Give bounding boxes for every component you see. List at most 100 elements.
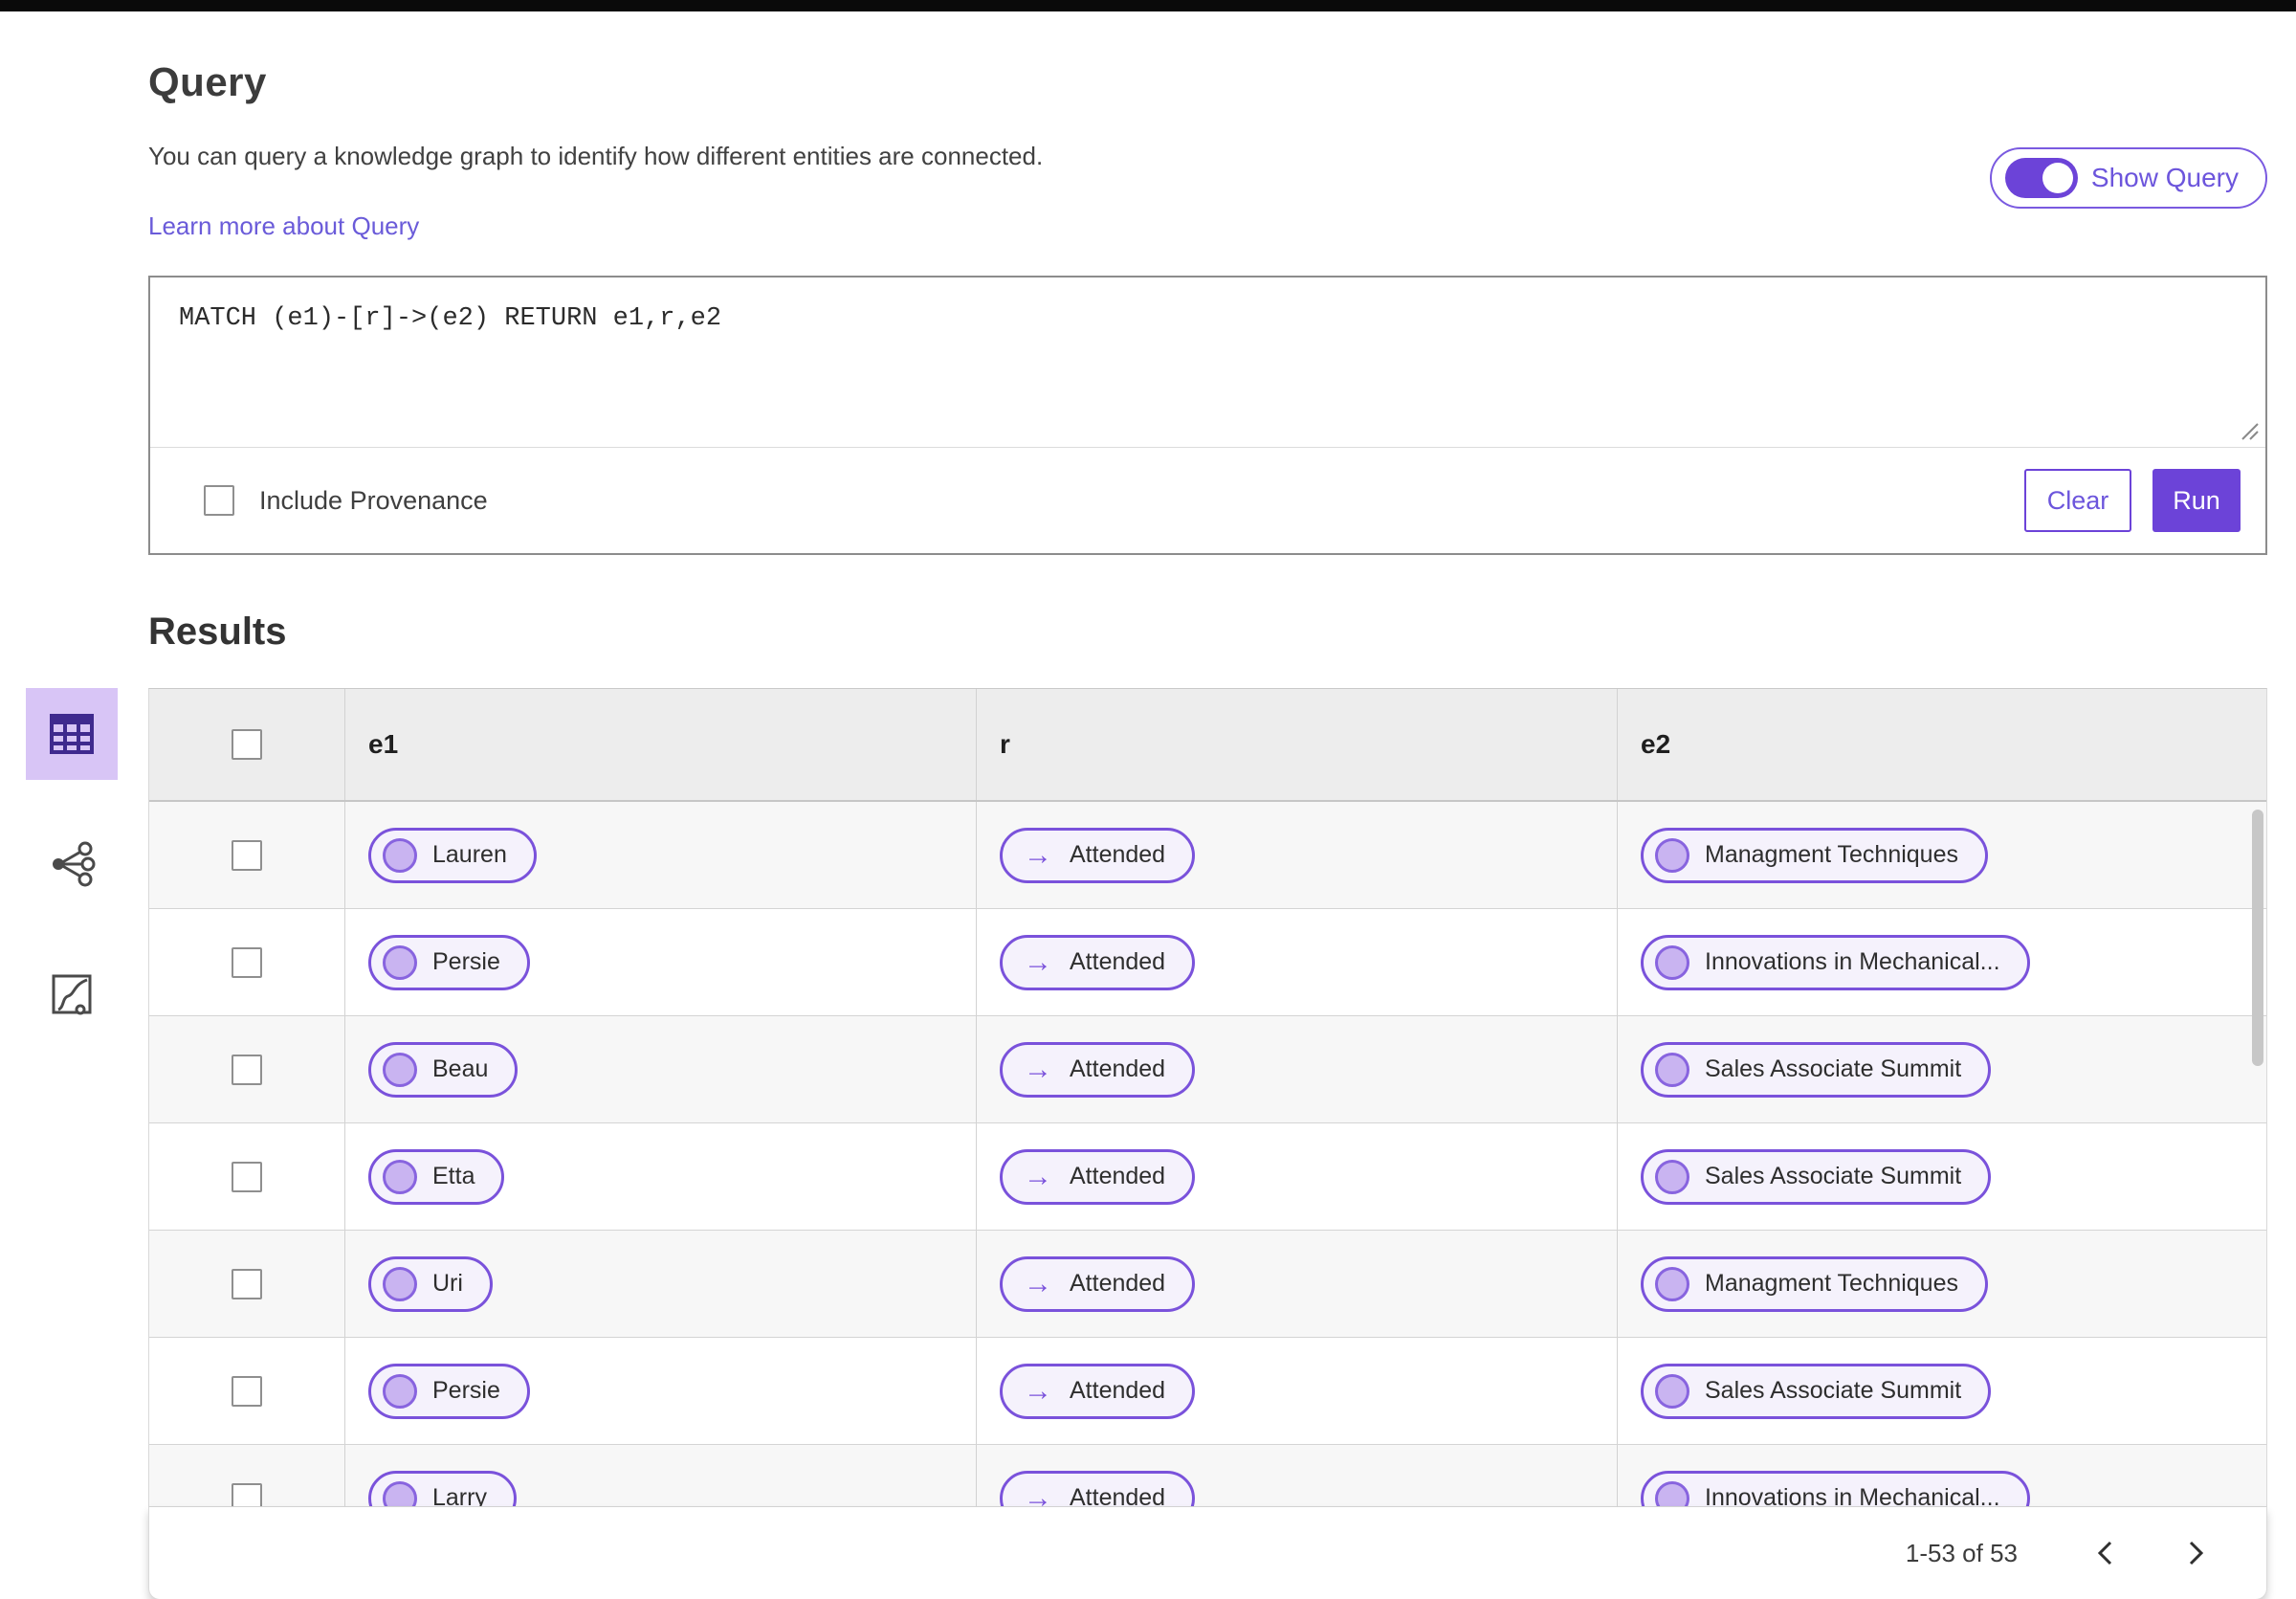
entity-pill[interactable]: Lauren (368, 827, 537, 883)
include-provenance-checkbox[interactable] (204, 485, 234, 516)
query-description: You can query a knowledge graph to ident… (148, 142, 1044, 170)
relation-pill[interactable]: → Attended (1000, 1255, 1196, 1312)
relation-label: Attended (1070, 1270, 1166, 1297)
arrow-right-icon: → (1024, 1160, 1052, 1192)
row-checkbox[interactable] (232, 1482, 262, 1506)
row-checkbox-cell (149, 1123, 345, 1230)
entity-pill[interactable]: Sales Associate Summit (1641, 1041, 1992, 1098)
row-cell-r: → Attended (977, 1123, 1618, 1230)
row-cell-r: → Attended (977, 1338, 1618, 1444)
entity-label: Innovations in Mechanical... (1705, 948, 2000, 975)
row-cell-e2: Sales Associate Summit (1618, 1338, 2266, 1444)
table-row: Etta → Attended Sales Associate Summit (149, 1123, 2266, 1231)
row-cell-e2: Innovations in Mechanical... (1618, 909, 2266, 1015)
table-row: Lauren → Attended Managment Techniques (149, 802, 2266, 909)
relation-pill[interactable]: → Attended (1000, 934, 1196, 990)
results-title: Results (148, 611, 287, 653)
relation-pill[interactable]: → Attended (1000, 1148, 1196, 1205)
relation-pill[interactable]: → Attended (1000, 1041, 1196, 1098)
chart-view-button[interactable] (26, 948, 118, 1040)
graph-view-button[interactable] (26, 818, 118, 910)
next-page-button[interactable] (2175, 1532, 2217, 1574)
row-checkbox[interactable] (232, 1375, 262, 1407)
row-cell-r: → Attended (977, 909, 1618, 1015)
app-window: Query You can query a knowledge graph to… (0, 0, 2296, 1599)
entity-pill[interactable]: Sales Associate Summit (1641, 1363, 1992, 1419)
entity-node-icon (1655, 1373, 1689, 1409)
table-view-button[interactable] (26, 688, 118, 780)
entity-pill[interactable]: Managment Techniques (1641, 1255, 1988, 1312)
query-header-row: You can query a knowledge graph to ident… (148, 142, 2267, 241)
chevron-left-icon (2097, 1541, 2112, 1566)
query-intro: You can query a knowledge graph to ident… (148, 142, 1043, 241)
arrow-right-icon: → (1024, 1267, 1052, 1299)
relation-label: Attended (1070, 1484, 1166, 1506)
entity-label: Sales Associate Summit (1705, 1163, 1962, 1189)
table-row: Persie → Attended Innovations in Mechani… (149, 909, 2266, 1016)
results-table-card: e1 r e2 Lauren → Attended Managment Tech… (148, 688, 2267, 1599)
arrow-right-icon: → (1024, 1053, 1052, 1085)
row-checkbox[interactable] (232, 1161, 262, 1192)
row-checkbox-cell (149, 1445, 345, 1506)
entity-label: Beau (432, 1055, 489, 1082)
relation-pill[interactable]: → Attended (1000, 827, 1196, 883)
entity-node-icon (383, 1266, 417, 1301)
entity-pill[interactable]: Persie (368, 1363, 530, 1419)
row-checkbox[interactable] (232, 1268, 262, 1299)
query-editor[interactable]: MATCH (e1)-[r]->(e2) RETURN e1,r,e2 (150, 278, 2265, 448)
learn-more-link[interactable]: Learn more about Query (148, 211, 419, 241)
row-checkbox[interactable] (232, 946, 262, 978)
entity-label: Etta (432, 1163, 475, 1189)
row-cell-e1: Etta (345, 1123, 977, 1230)
entity-node-icon (383, 1373, 417, 1409)
header-cell-r: r (977, 689, 1618, 800)
entity-label: Managment Techniques (1705, 1270, 1958, 1297)
run-button[interactable]: Run (2152, 469, 2241, 532)
pagination-bar: 1-53 of 53 (148, 1506, 2267, 1599)
entity-pill[interactable]: Persie (368, 934, 530, 990)
table-row: Persie → Attended Sales Associate Summit (149, 1338, 2266, 1445)
relation-pill[interactable]: → Attended (1000, 1363, 1196, 1419)
query-panel-footer: Include Provenance Clear Run (150, 448, 2265, 553)
row-cell-e1: Larry (345, 1445, 977, 1506)
page-title: Query (148, 59, 267, 104)
entity-pill[interactable]: Uri (368, 1255, 493, 1312)
entity-label: Persie (432, 1377, 500, 1404)
toggle-switch-on-icon[interactable] (2004, 158, 2078, 198)
entity-pill[interactable]: Beau (368, 1041, 519, 1098)
entity-pill[interactable]: Innovations in Mechanical... (1641, 934, 2030, 990)
previous-page-button[interactable] (2085, 1532, 2127, 1574)
column-header-e1: e1 (368, 729, 399, 759)
entity-pill[interactable]: Managment Techniques (1641, 827, 1988, 883)
row-checkbox[interactable] (232, 1054, 262, 1085)
toggle-knob (2042, 163, 2073, 193)
entity-label: Uri (432, 1270, 463, 1297)
entity-node-icon (383, 837, 417, 873)
table-scrollbar[interactable] (2252, 810, 2263, 1066)
relation-pill[interactable]: → Attended (1000, 1470, 1196, 1506)
entity-pill[interactable]: Innovations in Mechanical... (1641, 1470, 2030, 1506)
show-query-toggle[interactable]: Show Query (1989, 147, 2267, 209)
entity-pill[interactable]: Sales Associate Summit (1641, 1148, 1992, 1205)
arrow-right-icon: → (1024, 838, 1052, 871)
clear-button[interactable]: Clear (2024, 469, 2131, 532)
row-checkbox[interactable] (232, 839, 262, 871)
relation-label: Attended (1070, 948, 1166, 975)
entity-pill[interactable]: Larry (368, 1470, 517, 1506)
query-input[interactable]: MATCH (e1)-[r]->(e2) RETURN e1,r,e2 (150, 278, 2265, 360)
entity-node-icon (1655, 944, 1689, 980)
row-cell-r: → Attended (977, 1231, 1618, 1337)
row-cell-e2: Innovations in Mechanical... (1618, 1445, 2266, 1506)
chart-icon (52, 974, 92, 1015)
entity-node-icon (383, 1480, 417, 1506)
row-checkbox-cell (149, 1016, 345, 1122)
resize-handle-icon[interactable] (2235, 416, 2260, 441)
select-all-checkbox[interactable] (232, 729, 262, 760)
table-header-row: e1 r e2 (149, 689, 2266, 802)
entity-label: Sales Associate Summit (1705, 1377, 1962, 1404)
relation-label: Attended (1070, 1163, 1166, 1189)
entity-pill[interactable]: Etta (368, 1148, 505, 1205)
entity-label: Persie (432, 948, 500, 975)
table-row: Larry → Attended Innovations in Mechanic… (149, 1445, 2266, 1506)
header-cell-e2: e2 (1618, 689, 2266, 800)
